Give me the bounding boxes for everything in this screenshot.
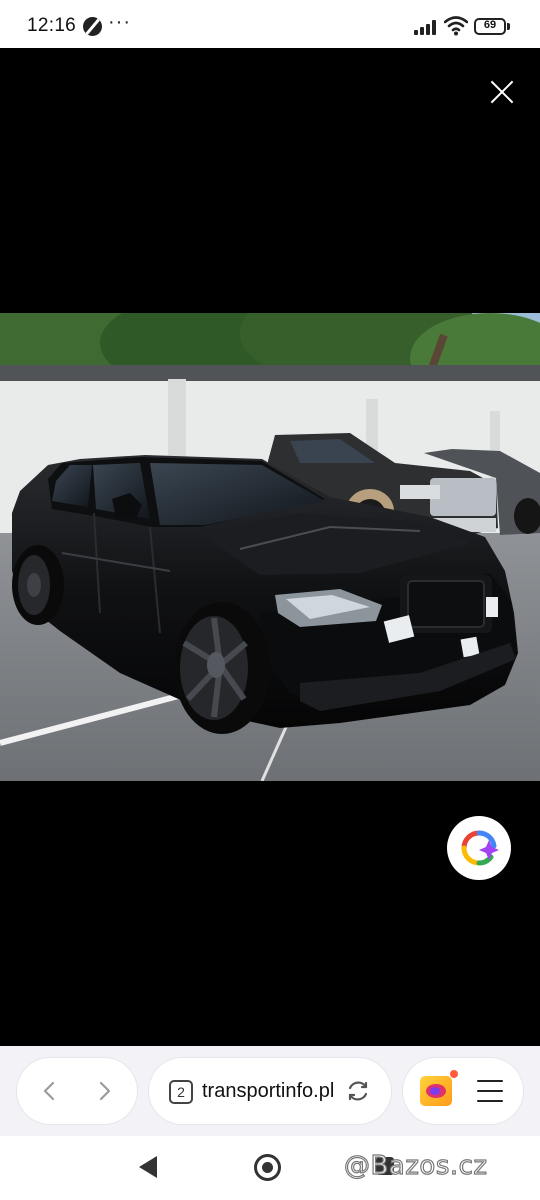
vehicle-photo[interactable] — [0, 313, 540, 781]
menu-controls — [403, 1058, 523, 1124]
reload-icon[interactable] — [345, 1078, 371, 1104]
browser-toolbar: 2 transportinfo.pl — [0, 1046, 540, 1136]
signal-icon — [414, 20, 436, 35]
hamburger-menu-icon[interactable] — [477, 1080, 503, 1103]
watermark: @Bazos.cz — [343, 1150, 488, 1181]
more-notifications-icon: ··· — [108, 11, 131, 33]
close-icon[interactable] — [486, 76, 518, 108]
google-lens-button[interactable] — [447, 816, 511, 880]
wifi-icon — [444, 16, 468, 36]
image-viewer — [0, 48, 540, 1046]
google-lens-icon — [461, 830, 499, 866]
forward-arrow-icon[interactable] — [93, 1080, 115, 1102]
system-navigation-bar: @Bazos.cz — [0, 1136, 540, 1200]
app-notification-icon — [83, 17, 102, 36]
url-text[interactable]: transportinfo.pl — [202, 1080, 338, 1103]
navigation-controls — [17, 1058, 137, 1124]
system-back-icon[interactable] — [139, 1156, 157, 1178]
battery-level: 69 — [483, 19, 497, 31]
tab-count-button[interactable]: 2 — [169, 1080, 193, 1104]
notification-dot — [450, 1070, 458, 1078]
battery-icon: 69 — [474, 18, 510, 35]
status-bar: 12:16 ··· 69 — [0, 0, 540, 48]
address-bar[interactable]: 2 transportinfo.pl — [149, 1058, 391, 1124]
system-home-icon[interactable] — [254, 1154, 281, 1181]
profile-avatar-icon[interactable] — [420, 1076, 452, 1106]
back-arrow-icon[interactable] — [39, 1080, 61, 1102]
status-time: 12:16 — [27, 15, 77, 36]
